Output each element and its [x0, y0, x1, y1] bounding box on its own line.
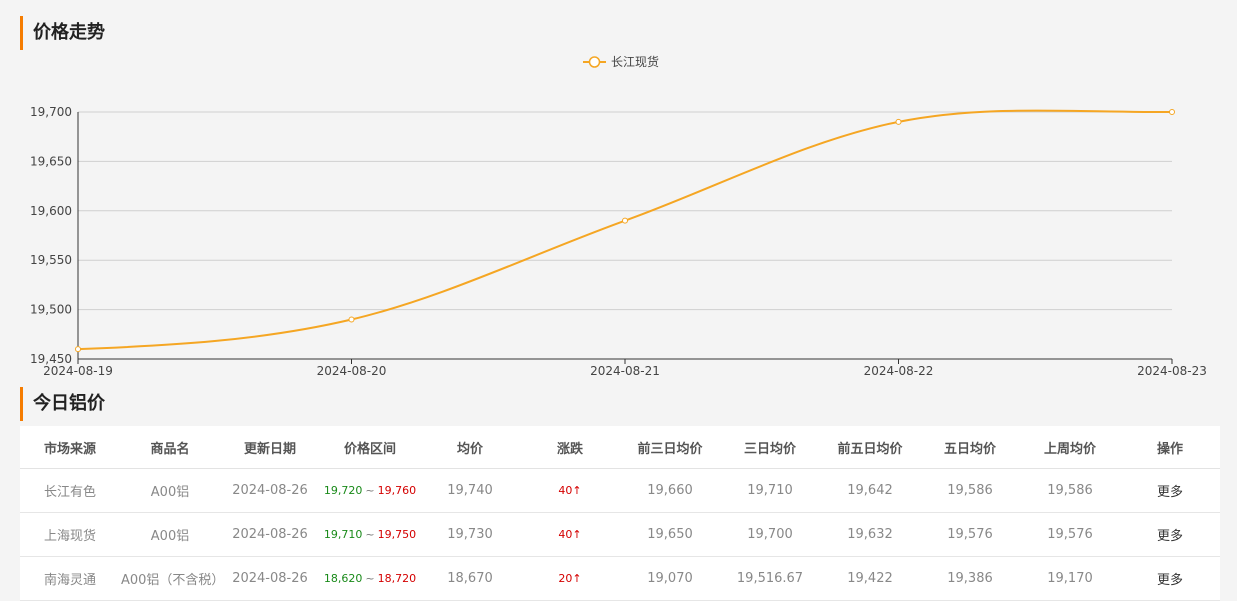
- avg3-cell: 19,516.67: [720, 556, 820, 601]
- y-tick-label: 19,650: [30, 154, 72, 168]
- series-line: [77, 109, 1173, 351]
- change-cell: 40↑: [520, 468, 620, 513]
- more-link[interactable]: 更多: [1120, 468, 1220, 513]
- lastweek-avg-cell: 19,576: [1020, 512, 1120, 557]
- col-header-prev5-avg: 前五日均价: [820, 426, 920, 469]
- prev5-avg-cell: 19,642: [820, 468, 920, 513]
- col-header-range: 价格区间: [320, 426, 420, 469]
- x-tick-label: 2024-08-23: [1137, 364, 1207, 378]
- range-separator: ~: [365, 572, 375, 585]
- range-separator: ~: [365, 528, 375, 541]
- table-row: 南海灵通 A00铝（不含税） 2024-08-26 18,620 ~18,720 18,6…: [20, 556, 1220, 601]
- col-header-source: 市场来源: [20, 426, 120, 469]
- price-low: 19,710: [323, 528, 363, 541]
- change-cell: 40↑: [520, 512, 620, 557]
- prev3-avg-cell: 19,650: [620, 512, 720, 557]
- col-header-date: 更新日期: [220, 426, 320, 469]
- x-tick-label: 2024-08-19: [43, 364, 113, 378]
- chart-legend: 长江现货: [583, 54, 659, 69]
- legend-label: 长江现货: [611, 54, 659, 69]
- lastweek-avg-cell: 19,170: [1020, 556, 1120, 601]
- avg5-cell: 19,576: [920, 512, 1020, 557]
- col-header-action: 操作: [1120, 426, 1220, 469]
- market-source-cell: 长江有色: [20, 468, 120, 513]
- data-point: [1169, 109, 1175, 115]
- change-cell: 20↑: [520, 556, 620, 601]
- more-link[interactable]: 更多: [1120, 512, 1220, 557]
- avg5-cell: 19,386: [920, 556, 1020, 601]
- price-range-cell: 19,720 ~19,760: [320, 468, 420, 513]
- col-header-prev3-avg: 前三日均价: [620, 426, 720, 469]
- market-source-cell: 上海现货: [20, 512, 120, 557]
- prev5-avg-cell: 19,632: [820, 512, 920, 557]
- update-date-cell: 2024-08-26: [220, 468, 320, 513]
- avg3-cell: 19,710: [720, 468, 820, 513]
- prev5-avg-cell: 19,422: [820, 556, 920, 601]
- y-tick-label: 19,700: [30, 105, 72, 119]
- y-tick-label: 19,600: [30, 204, 72, 218]
- price-low: 18,620: [323, 572, 363, 585]
- col-header-lastweek-avg: 上周均价: [1020, 426, 1120, 469]
- col-header-change: 涨跌: [520, 426, 620, 469]
- price-high: 19,750: [377, 528, 417, 541]
- lastweek-avg-cell: 19,586: [1020, 468, 1120, 513]
- price-high: 18,720: [377, 572, 417, 585]
- data-point: [348, 316, 355, 323]
- prev3-avg-cell: 19,660: [620, 468, 720, 513]
- y-tick-label: 19,500: [30, 303, 72, 317]
- avg-price-cell: 18,670: [420, 556, 520, 601]
- price-range-cell: 18,620 ~18,720: [320, 556, 420, 601]
- avg-price-cell: 19,740: [420, 468, 520, 513]
- data-point: [75, 346, 81, 353]
- legend-marker-icon: [588, 56, 601, 68]
- range-separator: ~: [365, 484, 375, 497]
- update-date-cell: 2024-08-26: [220, 512, 320, 557]
- product-name-cell: A00铝: [120, 468, 220, 513]
- price-range-cell: 19,710 ~19,750: [320, 512, 420, 557]
- avg3-cell: 19,700: [720, 512, 820, 557]
- prev3-avg-cell: 19,070: [620, 556, 720, 601]
- price-trend-chart: 19,45019,50019,55019,60019,65019,7002024…: [30, 54, 1207, 378]
- market-source-cell: 南海灵通: [20, 556, 120, 601]
- x-tick-label: 2024-08-21: [590, 364, 660, 378]
- today-price-title: 今日铝价: [20, 387, 105, 421]
- col-header-avg3: 三日均价: [720, 426, 820, 469]
- more-link[interactable]: 更多: [1120, 556, 1220, 601]
- x-tick-label: 2024-08-20: [317, 364, 387, 378]
- col-header-avg: 均价: [420, 426, 520, 469]
- product-name-cell: A00铝（不含税）: [120, 556, 224, 601]
- y-tick-label: 19,550: [30, 253, 72, 267]
- price-low: 19,720: [323, 484, 363, 497]
- table-header-row: 市场来源 商品名 更新日期 价格区间 均价 涨跌 前三日均价 三日均价 前五日均价 五日均价 上周均…: [20, 426, 1220, 469]
- table-row: 长江有色 A00铝 2024-08-26 19,720 ~19,760 19,740 40↑…: [20, 468, 1220, 513]
- col-header-avg5: 五日均价: [920, 426, 1020, 469]
- price-table: 市场来源 商品名 更新日期 价格区间 均价 涨跌 前三日均价 三日均价 前五日均价 五日均价 上周均…: [20, 426, 1220, 601]
- table-row: 上海现货 A00铝 2024-08-26 19,710 ~19,750 19,730 40↑…: [20, 512, 1220, 557]
- avg5-cell: 19,586: [920, 468, 1020, 513]
- update-date-cell: 2024-08-26: [220, 556, 320, 601]
- product-name-cell: A00铝: [120, 512, 220, 557]
- x-tick-label: 2024-08-22: [864, 364, 934, 378]
- col-header-product: 商品名: [120, 426, 220, 469]
- data-point: [622, 217, 628, 224]
- price-high: 19,760: [377, 484, 417, 497]
- data-point: [895, 118, 902, 125]
- avg-price-cell: 19,730: [420, 512, 520, 557]
